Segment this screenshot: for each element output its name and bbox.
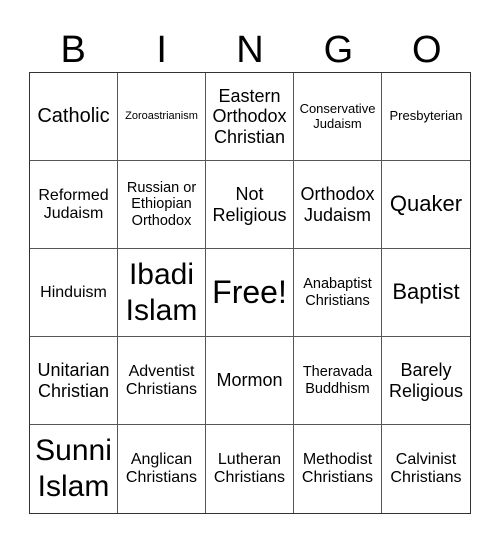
bingo-cell[interactable]: Anglican Christians xyxy=(118,425,206,513)
header-letter-g: G xyxy=(323,29,354,71)
bingo-cell[interactable]: Unitarian Christian xyxy=(30,337,118,425)
bingo-cell[interactable]: Eastern Orthodox Christian xyxy=(206,73,294,161)
bingo-cell[interactable]: Theravada Buddhism xyxy=(294,337,382,425)
bingo-cell[interactable]: Barely Religious xyxy=(382,337,470,425)
bingo-cell[interactable]: Sunni Islam xyxy=(30,425,118,513)
bingo-cell[interactable]: Zoroastrianism xyxy=(118,73,206,161)
bingo-cell[interactable]: Not Religious xyxy=(206,161,294,249)
bingo-cell[interactable]: Catholic xyxy=(30,73,118,161)
bingo-cell[interactable]: Anabaptist Christians xyxy=(294,249,382,337)
bingo-cell[interactable]: Quaker xyxy=(382,161,470,249)
bingo-grid: Catholic Zoroastrianism Eastern Orthodox… xyxy=(29,72,471,514)
bingo-cell[interactable]: Orthodox Judaism xyxy=(294,161,382,249)
bingo-cell[interactable]: Calvinist Christians xyxy=(382,425,470,513)
bingo-cell[interactable]: Adventist Christians xyxy=(118,337,206,425)
bingo-cell[interactable]: Reformed Judaism xyxy=(30,161,118,249)
bingo-cell[interactable]: Mormon xyxy=(206,337,294,425)
bingo-header: B I N G O xyxy=(29,28,471,72)
bingo-cell[interactable]: Ibadi Islam xyxy=(118,249,206,337)
header-letter-o: O xyxy=(412,29,442,71)
header-letter-b: B xyxy=(60,29,86,71)
bingo-cell[interactable]: Methodist Christians xyxy=(294,425,382,513)
free-space-cell[interactable]: Free! xyxy=(206,249,294,337)
bingo-cell[interactable]: Conservative Judaism xyxy=(294,73,382,161)
bingo-cell[interactable]: Russian or Ethiopian Orthodox xyxy=(118,161,206,249)
header-letter-n: N xyxy=(236,29,264,71)
bingo-cell[interactable]: Lutheran Christians xyxy=(206,425,294,513)
header-letter-i: I xyxy=(156,29,167,71)
bingo-cell[interactable]: Baptist xyxy=(382,249,470,337)
bingo-cell[interactable]: Hinduism xyxy=(30,249,118,337)
bingo-cell[interactable]: Presbyterian xyxy=(382,73,470,161)
